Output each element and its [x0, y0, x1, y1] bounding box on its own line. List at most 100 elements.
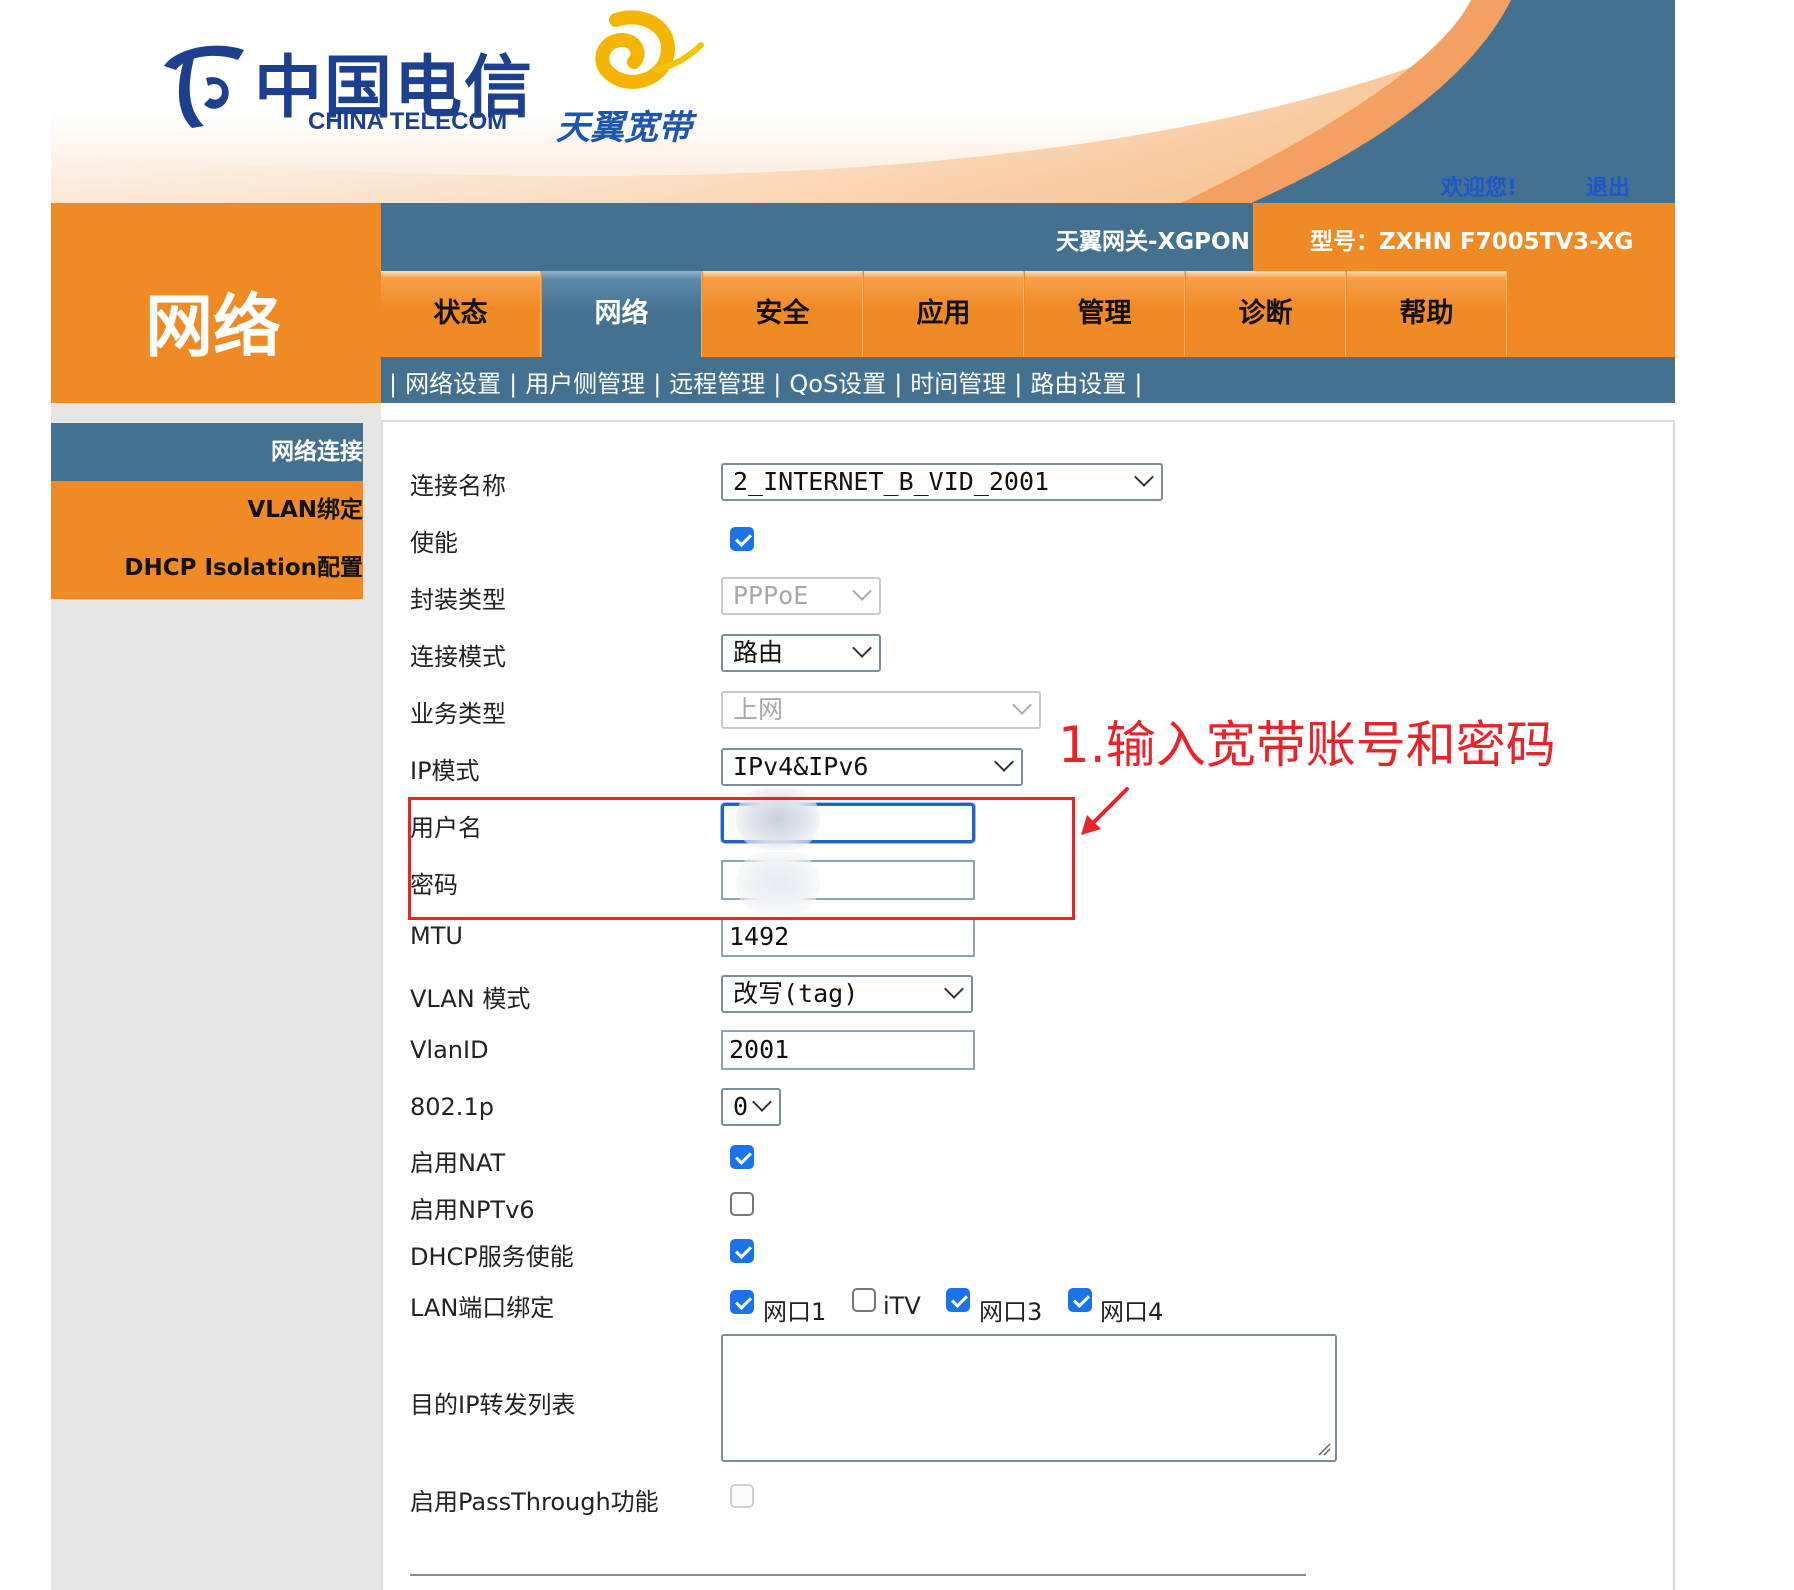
lan-itv-label: iTV	[883, 1292, 921, 1320]
bottom-divider	[410, 1574, 1306, 1576]
welcome-link[interactable]: 欢迎您!	[1441, 170, 1517, 202]
ip-mode-value: IPv4&IPv6	[733, 752, 869, 781]
enable-checkbox[interactable]	[730, 527, 754, 551]
connection-name-label: 连接名称	[410, 472, 506, 500]
lan-port3-checkbox[interactable]	[946, 1288, 970, 1312]
main-nav: 状态 网络 安全 应用 管理 诊断 帮助	[381, 271, 1675, 357]
connection-mode-label: 连接模式	[410, 643, 506, 671]
tab-network[interactable]: 网络	[542, 271, 702, 357]
vlan-mode-value: 改写(tag)	[733, 979, 859, 1008]
tianyi-broadband-text: 天翼宽带	[556, 108, 692, 148]
sub-nav-separator: |	[773, 370, 782, 398]
chevron-down-icon	[1134, 467, 1154, 487]
vlan-id-label: VlanID	[410, 1036, 489, 1064]
chevron-down-icon	[994, 752, 1014, 772]
service-type-value: 上网	[733, 695, 784, 724]
lan-port4-checkbox[interactable]	[1068, 1288, 1092, 1312]
vlan-mode-select[interactable]: 改写(tag)	[721, 975, 973, 1013]
sub-nav-separator: |	[894, 370, 903, 398]
sidebar: 网络连接 VLAN绑定 DHCP Isolation配置	[51, 423, 363, 599]
chevron-down-icon	[1012, 695, 1032, 715]
sub-nav-time-management[interactable]: 时间管理	[910, 370, 1006, 398]
nptv6-checkbox[interactable]	[730, 1192, 754, 1216]
encap-type-label: 封装类型	[410, 586, 506, 614]
lan-binding-label: LAN端口绑定	[410, 1294, 555, 1322]
annotation-text: 1.输入宽带账号和密码	[1058, 716, 1556, 774]
dhcp-label: DHCP服务使能	[410, 1243, 574, 1271]
sub-nav-separator: |	[509, 370, 518, 398]
dot1p-select[interactable]: 0	[721, 1088, 781, 1126]
sub-nav-separator: |	[1014, 370, 1023, 398]
ip-mode-select[interactable]: IPv4&IPv6	[721, 748, 1023, 786]
section-title: 网络	[145, 288, 282, 367]
lan-port3-label: 网口3	[979, 1298, 1043, 1326]
tianyi-broadband-logo: 天翼宽带	[556, 10, 726, 148]
connection-mode-select[interactable]: 路由	[721, 634, 881, 672]
sub-nav-separator: |	[1134, 370, 1143, 398]
passthrough-label: 启用PassThrough功能	[410, 1488, 659, 1516]
enable-label: 使能	[410, 529, 458, 557]
section-title-block: 网络	[51, 203, 381, 403]
encap-type-select: PPPoE	[721, 577, 881, 615]
header-banner: 中国电信 CHINA TELECOM 天翼宽带 欢迎您! 退出	[51, 0, 1675, 203]
service-type-select: 上网	[721, 691, 1041, 729]
dot1p-value: 0	[733, 1092, 749, 1121]
gateway-name: 天翼网关-XGPON	[1056, 229, 1250, 255]
nat-checkbox[interactable]	[730, 1145, 754, 1169]
sub-nav-separator: |	[653, 370, 662, 398]
tab-management[interactable]: 管理	[1025, 271, 1185, 357]
sub-nav: | 网络设置 | 用户侧管理 | 远程管理 | QoS设置 | 时间管理 | 路由设置 |	[381, 357, 1675, 403]
lan-port1-label: 网口1	[763, 1298, 827, 1326]
tab-application[interactable]: 应用	[864, 271, 1024, 357]
annotation-highlight-box	[408, 797, 1075, 920]
mtu-input[interactable]: 1492	[721, 917, 975, 957]
passthrough-checkbox	[730, 1484, 754, 1508]
sidebar-item-network-connection[interactable]: 网络连接	[51, 423, 363, 481]
sub-nav-route-settings[interactable]: 路由设置	[1030, 370, 1126, 398]
nav-fill	[1507, 271, 1675, 357]
chevron-down-icon	[852, 581, 872, 601]
logout-link[interactable]: 退出	[1586, 170, 1630, 202]
sub-nav-remote-management[interactable]: 远程管理	[669, 370, 765, 398]
service-type-label: 业务类型	[410, 700, 506, 728]
lan-port1-checkbox[interactable]	[730, 1290, 754, 1314]
model-text: 型号：ZXHN F7005TV3-XG	[1310, 229, 1634, 255]
sub-nav-qos-settings[interactable]: QoS设置	[789, 370, 886, 398]
tianyi-swirl-icon	[595, 10, 704, 89]
dhcp-checkbox[interactable]	[730, 1239, 754, 1263]
connection-mode-value: 路由	[733, 638, 784, 667]
gateway-info-bar: 天翼网关-XGPON 型号：ZXHN F7005TV3-XG	[381, 203, 1675, 271]
ip-mode-label: IP模式	[410, 757, 480, 785]
connection-name-select[interactable]: 2_INTERNET_B_VID_2001	[721, 463, 1163, 501]
lan-port4-label: 网口4	[1100, 1298, 1164, 1326]
nat-label: 启用NAT	[410, 1149, 506, 1177]
sub-nav-separator: |	[389, 370, 398, 398]
china-telecom-logo: 中国电信 CHINA TELECOM	[146, 28, 566, 138]
tab-diagnostics[interactable]: 诊断	[1186, 271, 1346, 357]
dot1p-label: 802.1p	[410, 1093, 494, 1121]
vlan-mode-label: VLAN 模式	[410, 985, 531, 1013]
resize-grip-icon[interactable]	[1317, 1442, 1331, 1456]
china-telecom-logo-en: CHINA TELECOM	[308, 108, 508, 135]
sub-nav-network-settings[interactable]: 网络设置	[405, 370, 501, 398]
tab-security[interactable]: 安全	[703, 271, 863, 357]
model-box: 型号：ZXHN F7005TV3-XG	[1253, 203, 1675, 271]
dest-ip-list-textarea[interactable]	[721, 1334, 1337, 1462]
encap-type-value: PPPoE	[733, 581, 809, 610]
lan-itv-checkbox[interactable]	[852, 1288, 876, 1312]
sub-nav-user-side-management[interactable]: 用户侧管理	[525, 370, 645, 398]
sidebar-item-dhcp-isolation[interactable]: DHCP Isolation配置	[51, 539, 363, 599]
dest-ip-list-label: 目的IP转发列表	[410, 1391, 576, 1419]
connection-name-value: 2_INTERNET_B_VID_2001	[733, 467, 1050, 496]
china-telecom-emblem-icon	[164, 45, 244, 128]
chevron-down-icon	[752, 1092, 772, 1112]
mtu-label: MTU	[410, 922, 463, 950]
nptv6-label: 启用NPTv6	[410, 1196, 535, 1224]
annotation-arrow-icon	[1081, 787, 1129, 835]
tab-help[interactable]: 帮助	[1347, 271, 1507, 357]
chevron-down-icon	[852, 638, 872, 658]
chevron-down-icon	[944, 979, 964, 999]
vlan-id-input[interactable]: 2001	[721, 1030, 975, 1070]
sidebar-item-vlan-binding[interactable]: VLAN绑定	[51, 481, 363, 539]
tab-status[interactable]: 状态	[381, 271, 541, 357]
